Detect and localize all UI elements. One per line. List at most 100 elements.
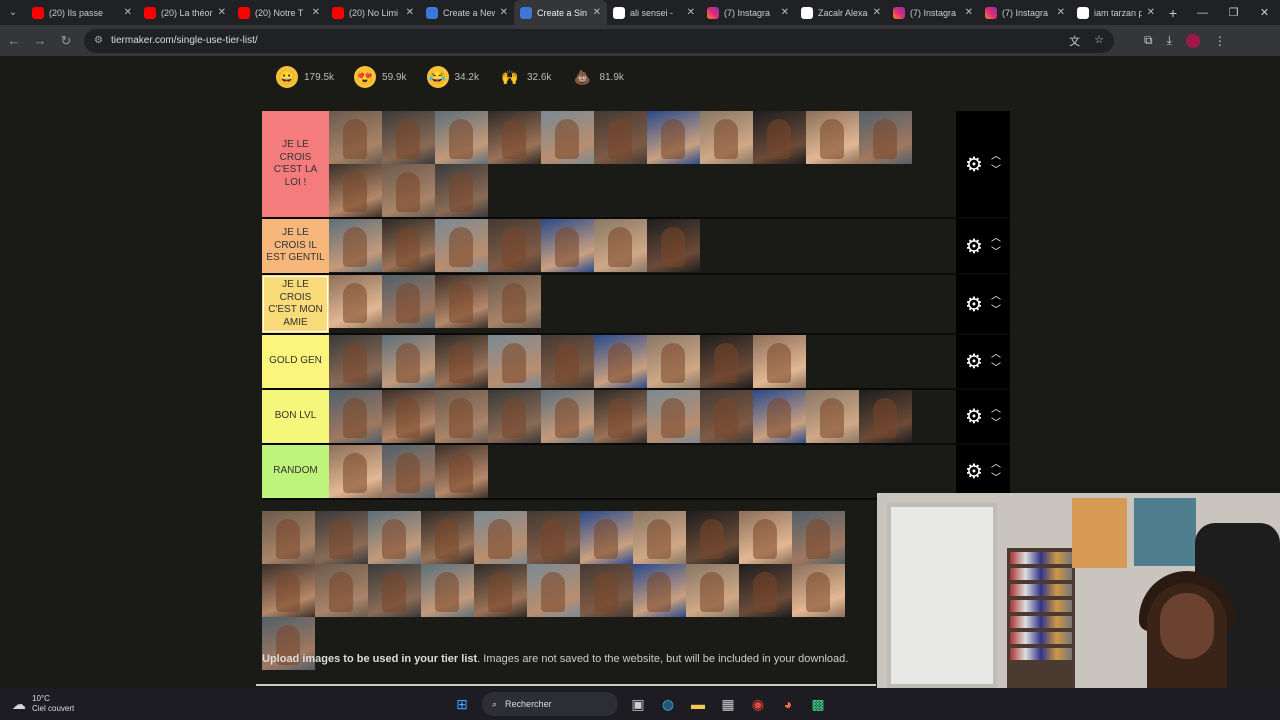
tier-image[interactable]: [633, 564, 686, 617]
tier-image[interactable]: [329, 445, 382, 498]
close-tab-icon[interactable]: ✕: [593, 7, 601, 18]
reaction-button[interactable]: 💩 81.9k: [571, 66, 624, 88]
tier-image[interactable]: [527, 564, 580, 617]
tier-image[interactable]: [700, 335, 753, 388]
tier-image[interactable]: [806, 111, 859, 164]
url-input[interactable]: ⚙ tiermaker.com/single-use-tier-list/ 文 …: [84, 28, 1114, 53]
close-tab-icon[interactable]: ✕: [1147, 7, 1155, 18]
close-tab-icon[interactable]: ✕: [687, 7, 695, 18]
profile-avatar[interactable]: [1185, 33, 1200, 48]
gear-icon[interactable]: ⚙: [965, 404, 983, 429]
tier-image[interactable]: [329, 335, 382, 388]
browser-tab[interactable]: (7) Instagra ✕: [979, 0, 1071, 25]
tier-image[interactable]: [633, 511, 686, 564]
tier-label[interactable]: BON LVL: [262, 390, 329, 443]
tier-image[interactable]: [594, 219, 647, 272]
chevron-up-icon[interactable]: ︿: [991, 403, 1001, 417]
tier-image[interactable]: [435, 275, 488, 328]
tier-image[interactable]: [792, 511, 845, 564]
chevron-up-icon[interactable]: ︿: [991, 290, 1001, 304]
restore-icon[interactable]: ❐: [1218, 0, 1249, 25]
tier-image[interactable]: [541, 219, 594, 272]
tab-search-icon[interactable]: ⌄: [0, 0, 26, 25]
tier-image[interactable]: [594, 335, 647, 388]
tier-image[interactable]: [435, 164, 488, 217]
reload-icon[interactable]: ↻: [54, 29, 78, 53]
site-info-icon[interactable]: ⚙: [94, 35, 103, 46]
firefox-icon[interactable]: ◕: [778, 694, 798, 714]
tier-image[interactable]: [488, 390, 541, 443]
tier-items-dropzone[interactable]: [329, 335, 956, 388]
close-tab-icon[interactable]: ✕: [873, 7, 881, 18]
browser-tab[interactable]: ali sensei - ✕: [607, 0, 701, 25]
tier-image[interactable]: [382, 275, 435, 328]
tier-image[interactable]: [859, 390, 912, 443]
tier-image[interactable]: [435, 445, 488, 498]
tier-image[interactable]: [262, 511, 315, 564]
tier-image[interactable]: [700, 111, 753, 164]
close-tab-icon[interactable]: ✕: [218, 7, 226, 18]
weather-widget[interactable]: ☁ 10°C Ciel couvert: [12, 694, 74, 713]
browser-tab[interactable]: iam tarzan p ✕: [1071, 0, 1161, 25]
tier-image[interactable]: [686, 564, 739, 617]
task-view-icon[interactable]: ▣: [628, 694, 648, 714]
browser-tab[interactable]: (7) Instagra ✕: [701, 0, 795, 25]
browser-tab[interactable]: (20) Notre T ✕: [232, 0, 326, 25]
tier-image[interactable]: [435, 111, 488, 164]
tier-image[interactable]: [435, 335, 488, 388]
tier-image[interactable]: [488, 219, 541, 272]
close-tab-icon[interactable]: ✕: [124, 7, 132, 18]
tier-image[interactable]: [541, 335, 594, 388]
bookmark-star-icon[interactable]: ☆: [1094, 33, 1104, 49]
edge-icon[interactable]: ◍: [658, 694, 678, 714]
tier-image[interactable]: [315, 564, 368, 617]
browser-tab[interactable]: (20) Ils passe ✕: [26, 0, 138, 25]
chevron-down-icon[interactable]: ﹀: [991, 304, 1001, 318]
browser-tab[interactable]: Zacalr Alexa ✕: [795, 0, 887, 25]
tier-image[interactable]: [488, 275, 541, 328]
tier-image[interactable]: [647, 219, 700, 272]
tier-image[interactable]: [594, 111, 647, 164]
tier-image[interactable]: [594, 390, 647, 443]
tier-image[interactable]: [647, 335, 700, 388]
new-tab-button[interactable]: +: [1161, 5, 1185, 21]
menu-dots-icon[interactable]: ⋮: [1214, 34, 1226, 48]
back-icon[interactable]: ←: [2, 29, 26, 53]
tier-image[interactable]: [368, 564, 421, 617]
app-icon[interactable]: ▩: [808, 694, 828, 714]
tier-image[interactable]: [541, 390, 594, 443]
gear-icon[interactable]: ⚙: [965, 234, 983, 259]
browser-tab[interactable]: Create a New ✕: [420, 0, 514, 25]
tier-image[interactable]: [753, 390, 806, 443]
tier-image[interactable]: [382, 445, 435, 498]
close-window-icon[interactable]: ✕: [1249, 0, 1280, 25]
store-icon[interactable]: ▦: [718, 694, 738, 714]
tier-image[interactable]: [382, 390, 435, 443]
tier-image[interactable]: [435, 219, 488, 272]
chevron-down-icon[interactable]: ﹀: [991, 472, 1001, 486]
tier-image[interactable]: [541, 111, 594, 164]
tier-image[interactable]: [488, 335, 541, 388]
tier-image[interactable]: [580, 511, 633, 564]
tier-image[interactable]: [329, 275, 382, 328]
tier-image[interactable]: [739, 511, 792, 564]
tier-image[interactable]: [382, 219, 435, 272]
close-tab-icon[interactable]: ✕: [406, 7, 414, 18]
tier-image[interactable]: [474, 511, 527, 564]
gear-icon[interactable]: ⚙: [965, 292, 983, 317]
file-explorer-icon[interactable]: ▬: [688, 694, 708, 714]
tier-image[interactable]: [329, 111, 382, 164]
tier-image[interactable]: [700, 390, 753, 443]
tier-image[interactable]: [421, 511, 474, 564]
gear-icon[interactable]: ⚙: [965, 459, 983, 484]
tier-image[interactable]: [527, 511, 580, 564]
gear-icon[interactable]: ⚙: [965, 152, 983, 177]
translate-icon[interactable]: 文: [1069, 33, 1080, 49]
forward-icon[interactable]: →: [28, 29, 52, 53]
tier-image[interactable]: [753, 111, 806, 164]
reaction-button[interactable]: 🙌 32.6k: [498, 66, 551, 88]
tier-image[interactable]: [686, 511, 739, 564]
tier-items-dropzone[interactable]: [329, 445, 956, 498]
tier-items-dropzone[interactable]: [329, 219, 956, 273]
chevron-down-icon[interactable]: ﹀: [991, 362, 1001, 376]
